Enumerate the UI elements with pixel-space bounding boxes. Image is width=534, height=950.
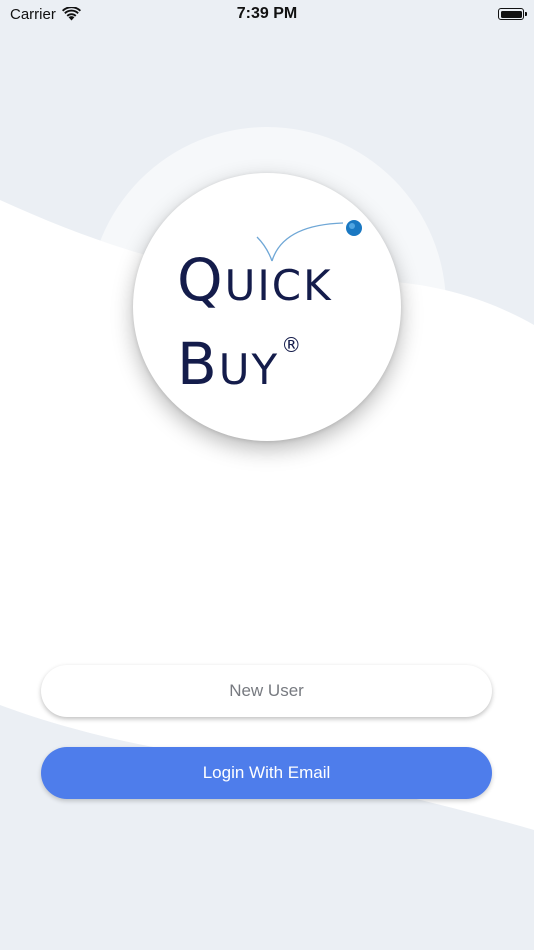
logo-circle: QUICK BUY ® [133, 173, 401, 441]
battery-icon [498, 8, 527, 20]
battery-fill [500, 10, 522, 18]
status-time: 7:39 PM [236, 5, 298, 22]
login-with-email-button[interactable]: Login With Email [41, 747, 492, 799]
status-bar: Carrier 7:39 PM [0, 0, 534, 28]
new-user-button[interactable]: New User [41, 665, 492, 717]
registered-mark: ® [281, 333, 302, 357]
logo-text-buy: BUY ® [177, 330, 302, 398]
logo-text-quick: QUICK [177, 246, 333, 314]
